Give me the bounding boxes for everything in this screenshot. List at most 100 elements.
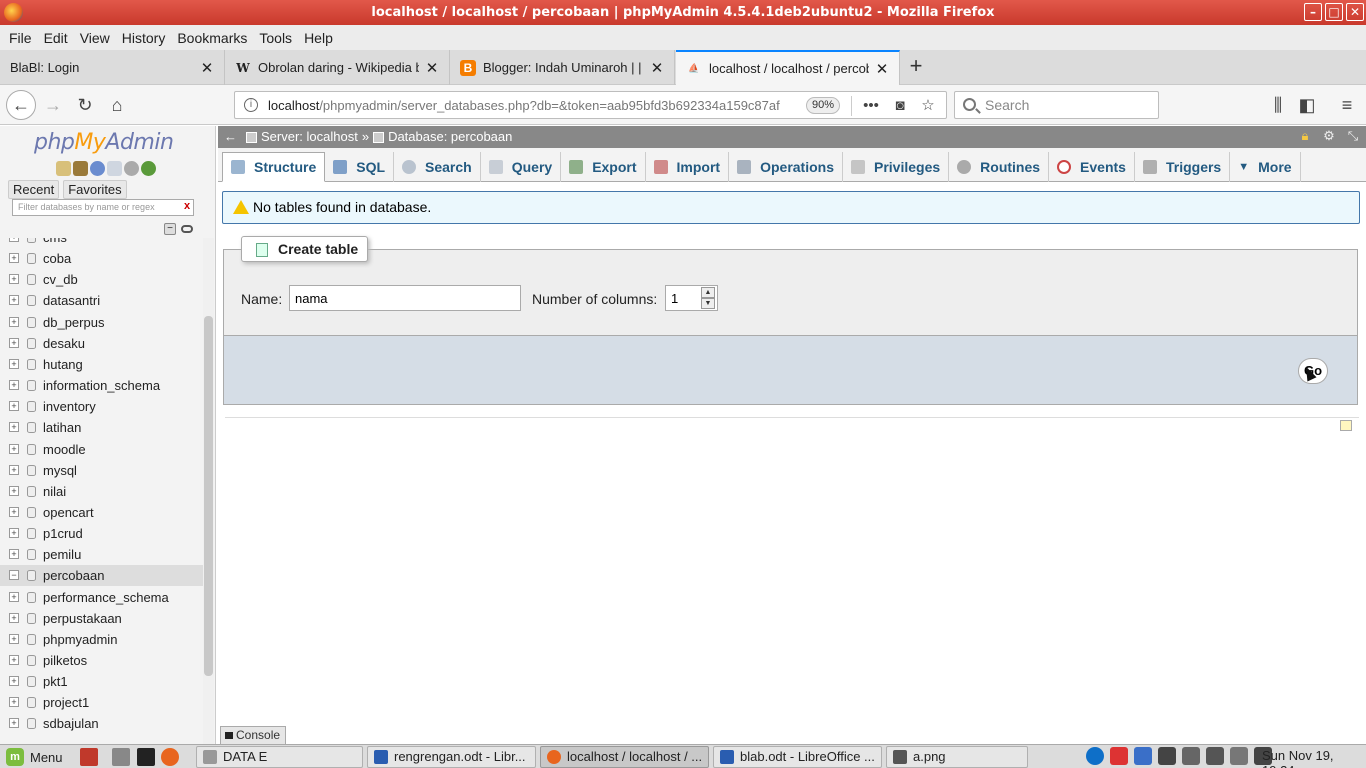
database-name[interactable]: performance_schema	[43, 587, 169, 608]
expand-icon[interactable]: +	[9, 358, 19, 369]
pocket-icon[interactable]: ◙	[890, 96, 910, 116]
database-name[interactable]: db_perpus	[43, 312, 104, 333]
reload-button[interactable]: ↻	[72, 92, 98, 118]
expand-icon[interactable]: +	[9, 612, 19, 623]
reload-navigation-icon[interactable]	[141, 161, 156, 176]
breadcrumb-server[interactable]: Server: localhost	[261, 126, 358, 148]
page-settings-gear-icon[interactable]: ⚙	[1322, 129, 1336, 143]
tab-export[interactable]: Export	[561, 152, 646, 182]
start-menu-button[interactable]: m Menu	[6, 747, 63, 767]
logout-icon[interactable]	[73, 161, 88, 176]
close-tab-icon[interactable]: ✕	[425, 59, 439, 77]
site-info-icon[interactable]: i	[244, 98, 258, 112]
database-name[interactable]: datasantri	[43, 290, 100, 311]
close-window-icon[interactable]: ✕	[1346, 3, 1364, 21]
tab-routines[interactable]: Routines	[949, 152, 1050, 182]
database-item[interactable]: + desaku	[0, 333, 203, 354]
file-manager-icon[interactable]	[112, 748, 130, 766]
database-name[interactable]: cms	[43, 238, 67, 248]
taskbar-window-a-png[interactable]: a.png	[886, 746, 1028, 768]
expand-icon[interactable]: +	[9, 549, 19, 560]
expand-icon[interactable]: +	[9, 485, 19, 496]
database-item[interactable]: − percobaan	[0, 565, 203, 587]
database-item[interactable]: + perpustakaan	[0, 608, 203, 629]
database-name[interactable]: information_schema	[43, 375, 160, 396]
back-button[interactable]: ←	[6, 90, 36, 120]
database-item[interactable]: + coba	[0, 248, 203, 269]
database-name[interactable]: inventory	[43, 396, 96, 417]
database-item[interactable]: + p1crud	[0, 523, 203, 544]
pma-logo[interactable]: phpMyAdmin	[34, 130, 174, 155]
bookmark-star-icon[interactable]: ☆	[918, 96, 938, 116]
zoom-indicator[interactable]: 90%	[806, 97, 840, 114]
database-name[interactable]: sdbajulan	[43, 713, 99, 734]
expand-icon[interactable]: +	[9, 591, 19, 602]
home-button[interactable]: ⌂	[104, 92, 130, 118]
database-item[interactable]: + hutang	[0, 354, 203, 375]
clock[interactable]: Sun Nov 19, 19:24	[1262, 748, 1366, 768]
show-desktop-icon[interactable]	[80, 748, 98, 766]
tab-phpmyadmin[interactable]: ⛵ localhost / localhost / percoba ✕	[676, 50, 900, 85]
teamviewer-icon[interactable]	[1086, 747, 1104, 765]
database-name[interactable]: opencart	[43, 502, 94, 523]
stepper-down-icon[interactable]: ▼	[701, 298, 715, 309]
database-name[interactable]: cv_db	[43, 269, 78, 290]
database-name[interactable]: nilai	[43, 481, 66, 502]
database-name[interactable]: pkt1	[43, 671, 68, 692]
stepper-up-icon[interactable]: ▲	[701, 287, 715, 298]
expand-icon[interactable]: +	[9, 422, 19, 433]
scrollbar-thumb[interactable]	[204, 316, 213, 676]
terminal-icon[interactable]	[137, 748, 155, 766]
tab-more[interactable]: ▼ More	[1230, 152, 1301, 182]
expand-icon[interactable]: +	[9, 443, 19, 454]
home-icon[interactable]	[56, 161, 71, 176]
tab-import[interactable]: Import	[646, 152, 730, 182]
expand-icon[interactable]: +	[9, 633, 19, 644]
database-item[interactable]: + cms	[0, 238, 203, 248]
expand-icon[interactable]: +	[9, 316, 19, 327]
database-item[interactable]: + inventory	[0, 396, 203, 417]
database-name[interactable]: pilketos	[43, 650, 87, 671]
lock-icon[interactable]: 🔒︎	[1298, 129, 1312, 143]
collapse-all-icon[interactable]: −	[164, 223, 176, 235]
collapse-navigation-icon[interactable]: ←	[224, 126, 237, 148]
database-name[interactable]: phpmyadmin	[43, 629, 117, 650]
page-note-icon[interactable]	[1340, 420, 1352, 431]
fullscreen-icon[interactable]: ⤡	[1346, 129, 1360, 143]
url-text[interactable]: localhost/phpmyadmin/server_databases.ph…	[268, 98, 793, 113]
link-with-main-panel-icon[interactable]	[181, 225, 193, 233]
expand-icon[interactable]: +	[9, 506, 19, 517]
database-name[interactable]: desaku	[43, 333, 85, 354]
forward-button[interactable]: →	[40, 92, 66, 118]
tab-privileges[interactable]: Privileges	[843, 152, 950, 182]
network-icon[interactable]	[1158, 747, 1176, 765]
expand-icon[interactable]: +	[9, 676, 19, 687]
database-item[interactable]: + mysql	[0, 460, 203, 481]
database-item[interactable]: + sdbajulan	[0, 713, 203, 734]
tab-wikipedia[interactable]: W Obrolan daring - Wikipedia ba ✕	[225, 50, 450, 85]
database-item[interactable]: + performance_schema	[0, 587, 203, 608]
volume-icon[interactable]	[1230, 747, 1248, 765]
taskbar-window-firefox[interactable]: localhost / localhost / ...	[540, 746, 709, 768]
database-item[interactable]: + phpmyadmin	[0, 629, 203, 650]
database-name[interactable]: coba	[43, 248, 71, 269]
close-tab-icon[interactable]: ✕	[200, 59, 214, 77]
database-name[interactable]: p1crud	[43, 523, 83, 544]
tab-events[interactable]: Events	[1049, 152, 1135, 182]
menu-bookmarks[interactable]: Bookmarks	[173, 30, 255, 46]
database-name[interactable]: latihan	[43, 417, 81, 438]
database-name[interactable]: project1	[43, 692, 89, 713]
expand-icon[interactable]: +	[9, 253, 19, 264]
tab-blabl-login[interactable]: BlaBl: Login ✕	[0, 50, 225, 85]
minimize-icon[interactable]: –	[1304, 3, 1322, 21]
expand-icon[interactable]: +	[9, 274, 19, 285]
database-item[interactable]: + latihan	[0, 417, 203, 438]
url-bar[interactable]: i localhost/phpmyadmin/server_databases.…	[234, 91, 947, 119]
database-item[interactable]: + datasantri	[0, 290, 203, 311]
page-actions-icon[interactable]: •••	[861, 96, 881, 116]
console-toggle[interactable]: Console	[220, 726, 286, 744]
expand-icon[interactable]: +	[9, 528, 19, 539]
menu-help[interactable]: Help	[300, 30, 341, 46]
taskbar-window-blab[interactable]: blab.odt - LibreOffice ...	[713, 746, 882, 768]
database-item[interactable]: + opencart	[0, 502, 203, 523]
